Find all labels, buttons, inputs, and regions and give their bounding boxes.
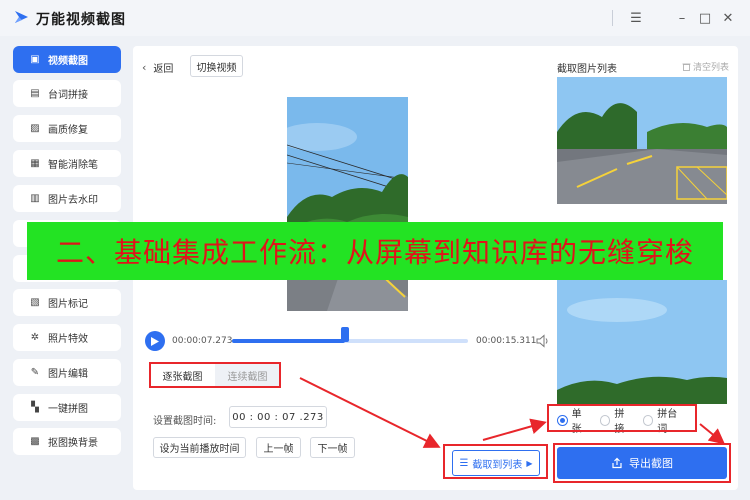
app-title: 万能视频截图	[36, 12, 126, 28]
mark-icon: ▧	[30, 297, 40, 308]
app-logo-icon	[15, 11, 28, 23]
set-current-time-button[interactable]: 设为当前播放时间	[153, 437, 246, 458]
capture-time-label: 设置截图时间:	[153, 416, 217, 427]
capture-time-input[interactable]: 00 : 00 : 07 .273	[229, 406, 327, 428]
prev-frame-button[interactable]: 上一帧	[256, 437, 301, 458]
eraser-icon: ▦	[30, 158, 40, 169]
collage-icon: ▚	[31, 402, 39, 413]
sidebar-item-label: 图片去水印	[48, 195, 98, 206]
sidebar-item-9[interactable]: ✲ 照片特效	[13, 324, 121, 351]
total-time: 00:00:15.311	[476, 336, 537, 346]
progress-track[interactable]	[232, 339, 468, 343]
sidebar-item-3[interactable]: ▨ 画质修复	[13, 115, 121, 142]
sidebar-item-8[interactable]: ▧ 图片标记	[13, 289, 121, 316]
sidebar-item-1[interactable]: ▣ 视频截图	[13, 46, 121, 73]
clear-list-label: 清空列表	[693, 63, 730, 73]
sidebar-item-4[interactable]: ▦ 智能消除笔	[13, 150, 121, 177]
sidebar-item-label: 照片特效	[48, 334, 88, 345]
video-icon: ▣	[30, 54, 40, 65]
edit-icon: ✎	[30, 367, 40, 378]
image-icon: ▨	[30, 123, 40, 134]
title-bar: 万能视频截图 ☰ – □ ✕	[0, 0, 750, 36]
captured-image-2[interactable]	[557, 280, 727, 404]
sidebar-item-10[interactable]: ✎ 图片编辑	[13, 359, 121, 386]
progress-fill	[232, 339, 346, 343]
sidebar-item-label: 画质修复	[48, 125, 88, 136]
captured-image-1[interactable]	[557, 77, 727, 204]
back-label: 返回	[153, 63, 174, 75]
close-icon[interactable]: ✕	[718, 8, 738, 28]
overlay-banner-text: 二、基础集成工作流：从屏幕到知识库的无缝穿梭	[55, 236, 694, 269]
sidebar-item-5[interactable]: ▥ 图片去水印	[13, 185, 121, 212]
list-panel-title: 截取图片列表	[557, 64, 617, 75]
minimize-icon[interactable]: –	[672, 8, 692, 28]
overlay-banner: 二、基础集成工作流：从屏幕到知识库的无缝穿梭	[27, 222, 723, 280]
volume-icon[interactable]	[535, 333, 551, 349]
play-button[interactable]	[145, 331, 165, 351]
current-time: 00:00:07.273	[172, 336, 233, 346]
sidebar-item-label: 图片编辑	[48, 369, 88, 380]
chevron-left-icon: ‹	[142, 60, 147, 74]
sidebar-item-11[interactable]: ▚ 一键拼图	[13, 394, 121, 421]
sidebar-item-label: 抠图换背景	[48, 438, 98, 449]
annotation-box-export-modes	[547, 404, 697, 432]
subtitle-icon: ▤	[30, 88, 40, 99]
cutout-icon: ▩	[30, 436, 40, 447]
menu-icon[interactable]: ☰	[626, 8, 646, 28]
play-icon	[151, 336, 159, 346]
sidebar-item-label: 视频截图	[48, 56, 88, 67]
sidebar-item-12[interactable]: ▩ 抠图换背景	[13, 428, 121, 455]
switch-video-button[interactable]: 切换视频	[190, 55, 243, 77]
sidebar-item-label: 图片标记	[48, 299, 88, 310]
next-frame-button[interactable]: 下一帧	[310, 437, 355, 458]
sidebar-item-label: 智能消除笔	[48, 160, 98, 171]
progress-handle[interactable]	[341, 327, 350, 342]
sidebar-item-label: 台词拼接	[48, 90, 88, 101]
clear-list-button[interactable]: 清空列表	[682, 60, 729, 73]
maximize-icon[interactable]: □	[695, 8, 715, 28]
title-divider	[612, 10, 613, 26]
watermark-icon: ▥	[30, 193, 40, 204]
annotation-box-mode-tabs	[149, 362, 281, 388]
effect-icon: ✲	[30, 332, 40, 343]
back-button[interactable]: ‹ 返回	[142, 58, 173, 76]
annotation-box-capture	[443, 444, 548, 479]
sidebar-item-2[interactable]: ▤ 台词拼接	[13, 80, 121, 107]
annotation-box-export	[553, 443, 731, 483]
trash-icon	[682, 63, 691, 71]
sidebar-item-label: 一键拼图	[48, 404, 88, 415]
